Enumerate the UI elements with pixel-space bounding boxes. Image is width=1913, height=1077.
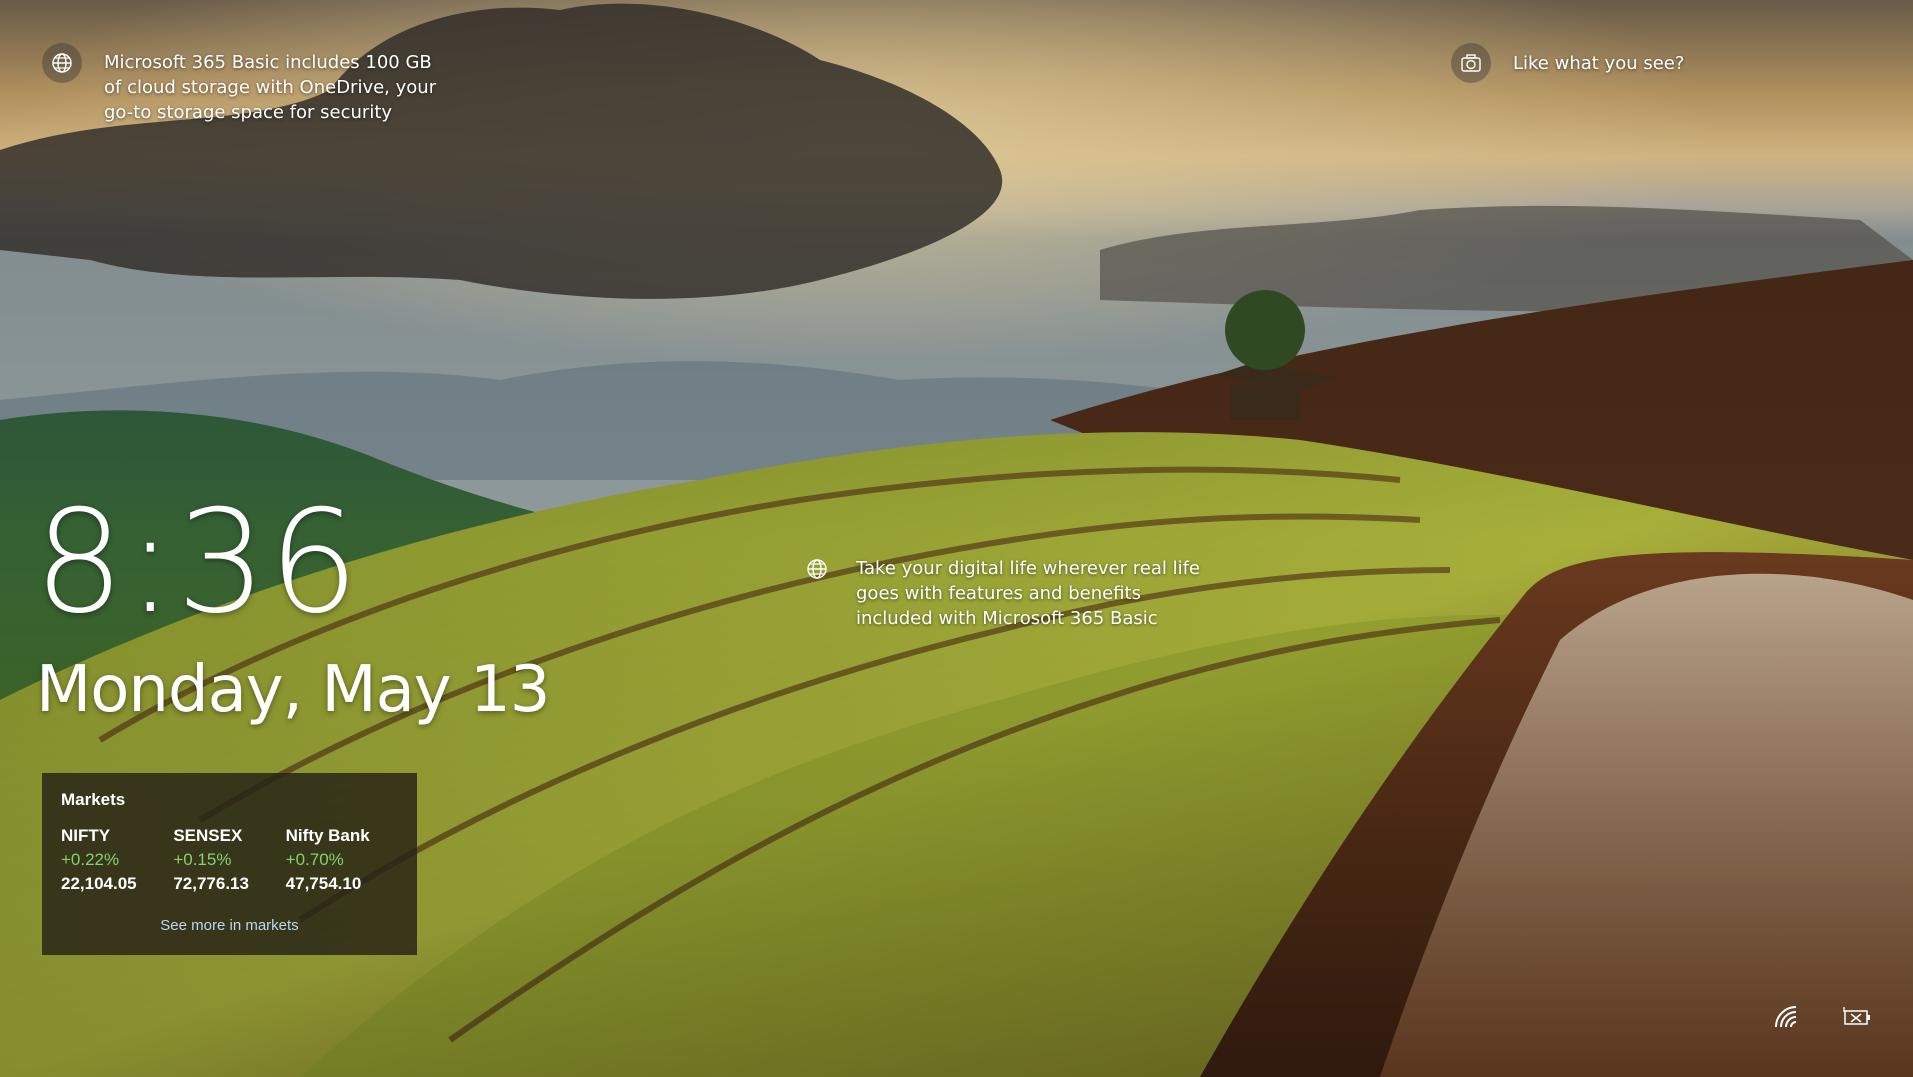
wifi-icon[interactable] — [1772, 1002, 1802, 1032]
ticker-nifty: NIFTY +0.22% 22,104.05 — [61, 824, 173, 896]
system-tray — [1772, 1002, 1872, 1032]
ticker-nifty-bank: Nifty Bank +0.70% 47,754.10 — [286, 824, 398, 896]
battery-icon[interactable] — [1842, 1002, 1872, 1032]
markets-tickers: NIFTY +0.22% 22,104.05 SENSEX +0.15% 72,… — [61, 824, 398, 896]
ticker-sensex: SENSEX +0.15% 72,776.13 — [173, 824, 285, 896]
ticker-price: 22,104.05 — [61, 874, 137, 893]
markets-widget[interactable]: Markets NIFTY +0.22% 22,104.05 SENSEX +0… — [42, 773, 417, 955]
ticker-price: 47,754.10 — [285, 874, 362, 893]
spotlight-text: Take your digital life wherever real lif… — [856, 558, 1200, 629]
clock-date: Monday, May 13 — [36, 653, 550, 727]
ticker-name: SENSEX — [173, 826, 243, 845]
ticker-change: +0.70% — [285, 850, 344, 869]
spotlight-tip-m365[interactable]: Take your digital life wherever real lif… — [800, 552, 1216, 631]
markets-title: Markets — [61, 790, 126, 809]
spotlight-tip-onedrive[interactable]: Microsoft 365 Basic includes 100 GB of c… — [42, 43, 444, 125]
spotlight-text: Like what you see? — [1513, 53, 1685, 74]
ticker-change: +0.22% — [61, 850, 120, 869]
ticker-change: +0.15% — [173, 850, 232, 869]
spotlight-text: Microsoft 365 Basic includes 100 GB of c… — [104, 52, 437, 123]
spotlight-like-what-you-see[interactable]: Like what you see? — [1451, 43, 1684, 83]
ticker-name: Nifty Bank — [285, 826, 370, 845]
ticker-price: 72,776.13 — [173, 874, 249, 893]
camera-icon — [1451, 43, 1491, 83]
clock-time: 8:36 — [34, 480, 361, 645]
lock-screen: Microsoft 365 Basic includes 100 GB of c… — [0, 0, 1913, 1077]
globe-icon — [42, 43, 82, 83]
ticker-name: NIFTY — [61, 826, 111, 845]
globe-icon — [800, 552, 834, 586]
see-more-markets-link[interactable]: See more in markets — [42, 917, 417, 934]
